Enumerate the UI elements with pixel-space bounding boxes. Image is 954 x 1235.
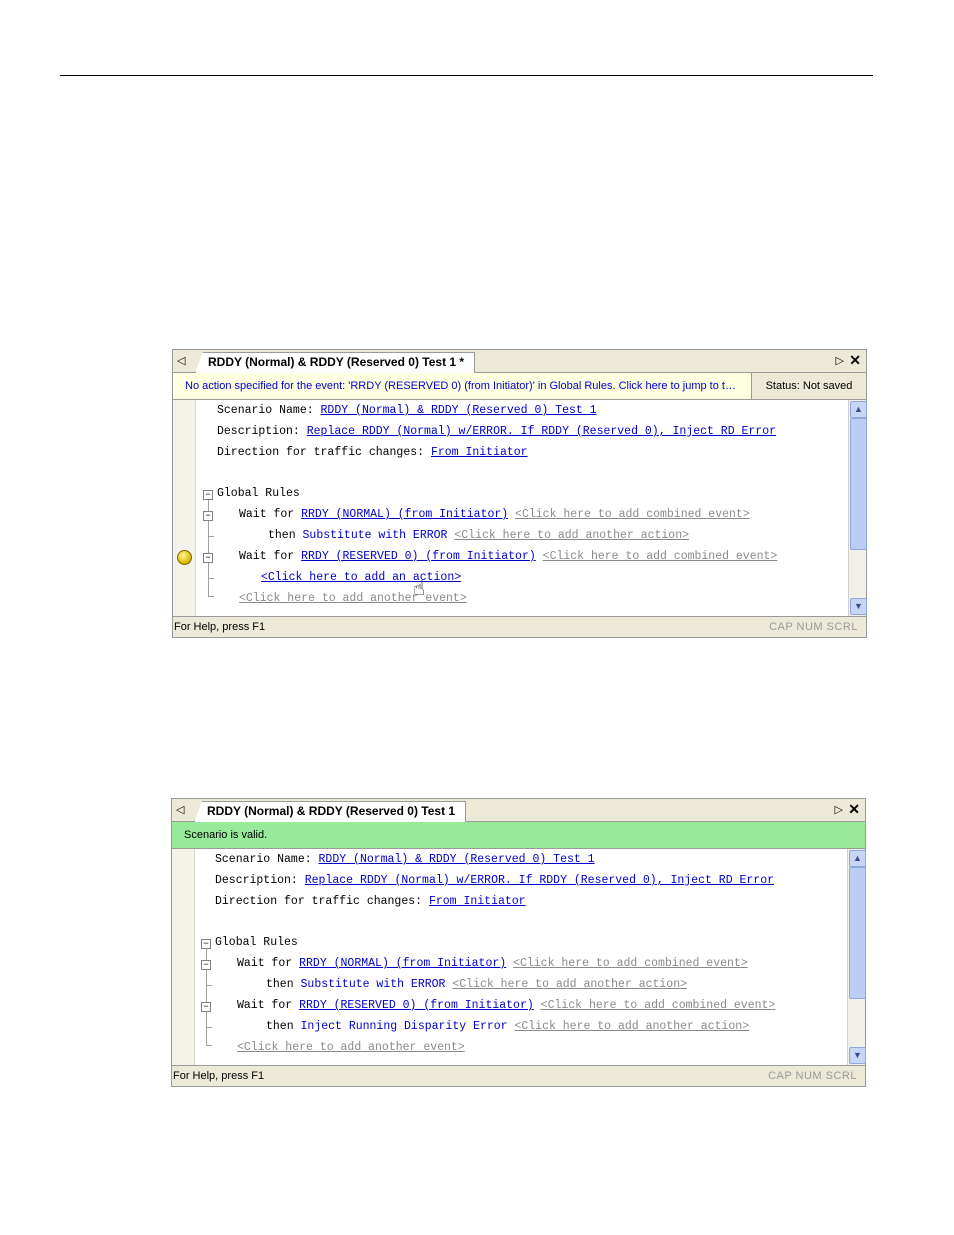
event-link[interactable]: RRDY (RESERVED 0) (from Initiator) — [301, 550, 536, 563]
collapse-icon[interactable]: − — [203, 553, 213, 563]
collapse-icon[interactable]: − — [201, 939, 211, 949]
validation-message[interactable]: No action specified for the event: 'RRDY… — [185, 373, 745, 399]
page-top-rule — [60, 75, 873, 76]
editor-window-unsaved: ◁ RDDY (Normal) & RDDY (Reserved 0) Test… — [172, 349, 867, 638]
scenario-editor: Scenario Name: RDDY (Normal) & RDDY (Res… — [173, 400, 867, 617]
scroll-thumb[interactable] — [849, 867, 866, 999]
action-link[interactable]: Substitute with ERROR — [303, 529, 448, 542]
add-combined-event-link[interactable]: <Click here to add combined event> — [543, 550, 778, 563]
tab-scroll-right-icon[interactable]: ▷ — [836, 354, 844, 367]
description-label: Description: — [215, 874, 298, 887]
hand-cursor-icon: ☝ — [413, 576, 426, 600]
validation-message-bar[interactable]: No action specified for the event: 'RRDY… — [173, 373, 866, 400]
collapse-icon[interactable]: − — [201, 1002, 211, 1012]
scroll-thumb[interactable] — [850, 418, 867, 550]
help-text: For Help, press F1 — [174, 621, 266, 633]
tab-scenario[interactable]: RDDY (Normal) & RDDY (Reserved 0) Test 1 — [194, 801, 467, 822]
tree-line — [208, 596, 214, 597]
scenario-name-label: Scenario Name: — [217, 404, 314, 417]
tree-line — [208, 536, 214, 537]
key-indicators: CAP NUM SCRL — [769, 621, 858, 633]
direction-link[interactable]: From Initiator — [429, 895, 526, 908]
status-bar: For Help, press F1 CAP NUM SCRL — [173, 617, 866, 637]
add-another-event-link[interactable]: <Click here to add another event> — [237, 1041, 465, 1054]
direction-label: Direction for traffic changes: — [215, 895, 423, 908]
tab-scroll-left-icon[interactable]: ◁ — [176, 803, 184, 816]
vertical-scrollbar[interactable]: ▲ ▼ — [848, 400, 867, 616]
event-link[interactable]: RRDY (RESERVED 0) (from Initiator) — [299, 999, 534, 1012]
tab-bar: ◁ RDDY (Normal) & RDDY (Reserved 0) Test… — [172, 799, 865, 822]
add-combined-event-link[interactable]: <Click here to add combined event> — [515, 508, 750, 521]
tree-line — [206, 1027, 212, 1028]
then-label: then — [266, 978, 294, 991]
scenario-name-link[interactable]: RDDY (Normal) & RDDY (Reserved 0) Test 1 — [319, 853, 595, 866]
wait-for-label: Wait for — [237, 957, 293, 970]
editor-gutter — [172, 849, 195, 1065]
scenario-editor: Scenario Name: RDDY (Normal) & RDDY (Res… — [172, 849, 866, 1066]
collapse-icon[interactable]: − — [201, 960, 211, 970]
collapse-icon[interactable]: − — [203, 511, 213, 521]
wait-for-label: Wait for — [237, 999, 293, 1012]
wait-for-label: Wait for — [239, 550, 295, 563]
status-bar: For Help, press F1 CAP NUM SCRL — [172, 1066, 865, 1086]
add-combined-event-link[interactable]: <Click here to add combined event> — [541, 999, 776, 1012]
add-another-action-link[interactable]: <Click here to add another action> — [514, 1020, 749, 1033]
action-link[interactable]: Inject Running Disparity Error — [301, 1020, 508, 1033]
global-rules-label: Global Rules — [215, 936, 298, 949]
tree-line — [206, 1045, 212, 1046]
add-another-event-link[interactable]: <Click here to add another event> — [239, 592, 467, 605]
scroll-down-icon[interactable]: ▼ — [850, 598, 867, 615]
scroll-down-icon[interactable]: ▼ — [849, 1047, 866, 1064]
editor-window-valid: ◁ RDDY (Normal) & RDDY (Reserved 0) Test… — [171, 798, 866, 1087]
collapse-icon[interactable]: − — [203, 490, 213, 500]
tab-scroll-left-icon[interactable]: ◁ — [177, 354, 185, 367]
action-link[interactable]: Substitute with ERROR — [301, 978, 446, 991]
add-combined-event-link[interactable]: <Click here to add combined event> — [513, 957, 748, 970]
scroll-up-icon[interactable]: ▲ — [849, 850, 866, 867]
add-another-action-link[interactable]: <Click here to add another action> — [454, 529, 689, 542]
editor-gutter — [173, 400, 196, 616]
key-indicators: CAP NUM SCRL — [768, 1070, 857, 1082]
editor-content: Scenario Name: RDDY (Normal) & RDDY (Res… — [195, 400, 849, 616]
event-link[interactable]: RRDY (NORMAL) (from Initiator) — [299, 957, 506, 970]
event-link[interactable]: RRDY (NORMAL) (from Initiator) — [301, 508, 508, 521]
tree-line — [208, 578, 214, 579]
tab-bar: ◁ RDDY (Normal) & RDDY (Reserved 0) Test… — [173, 350, 866, 373]
wait-for-label: Wait for — [239, 508, 295, 521]
scenario-name-label: Scenario Name: — [215, 853, 312, 866]
vertical-scrollbar[interactable]: ▲ ▼ — [847, 849, 866, 1065]
description-label: Description: — [217, 425, 300, 438]
tab-scroll-right-icon[interactable]: ▷ — [835, 803, 843, 816]
then-label: then — [266, 1020, 294, 1033]
close-icon[interactable]: ✕ — [848, 801, 860, 818]
validation-message-bar: Scenario is valid. — [172, 822, 865, 849]
tab-scenario[interactable]: RDDY (Normal) & RDDY (Reserved 0) Test 1… — [195, 352, 476, 373]
direction-label: Direction for traffic changes: — [217, 446, 425, 459]
warning-marker-icon — [177, 550, 192, 565]
close-icon[interactable]: ✕ — [849, 352, 861, 369]
editor-content: Scenario Name: RDDY (Normal) & RDDY (Res… — [194, 849, 848, 1065]
tree-line — [206, 985, 212, 986]
description-link[interactable]: Replace RDDY (Normal) w/ERROR. If RDDY (… — [307, 425, 776, 438]
add-another-action-link[interactable]: <Click here to add another action> — [452, 978, 687, 991]
scenario-name-link[interactable]: RDDY (Normal) & RDDY (Reserved 0) Test 1 — [321, 404, 597, 417]
then-label: then — [268, 529, 296, 542]
direction-link[interactable]: From Initiator — [431, 446, 528, 459]
help-text: For Help, press F1 — [173, 1070, 265, 1082]
add-action-link[interactable]: <Click here to add an action> — [261, 571, 461, 584]
status-badge: Status: Not saved — [751, 373, 866, 399]
scroll-up-icon[interactable]: ▲ — [850, 401, 867, 418]
description-link[interactable]: Replace RDDY (Normal) w/ERROR. If RDDY (… — [305, 874, 774, 887]
global-rules-label: Global Rules — [217, 487, 300, 500]
validation-message: Scenario is valid. — [184, 829, 268, 841]
